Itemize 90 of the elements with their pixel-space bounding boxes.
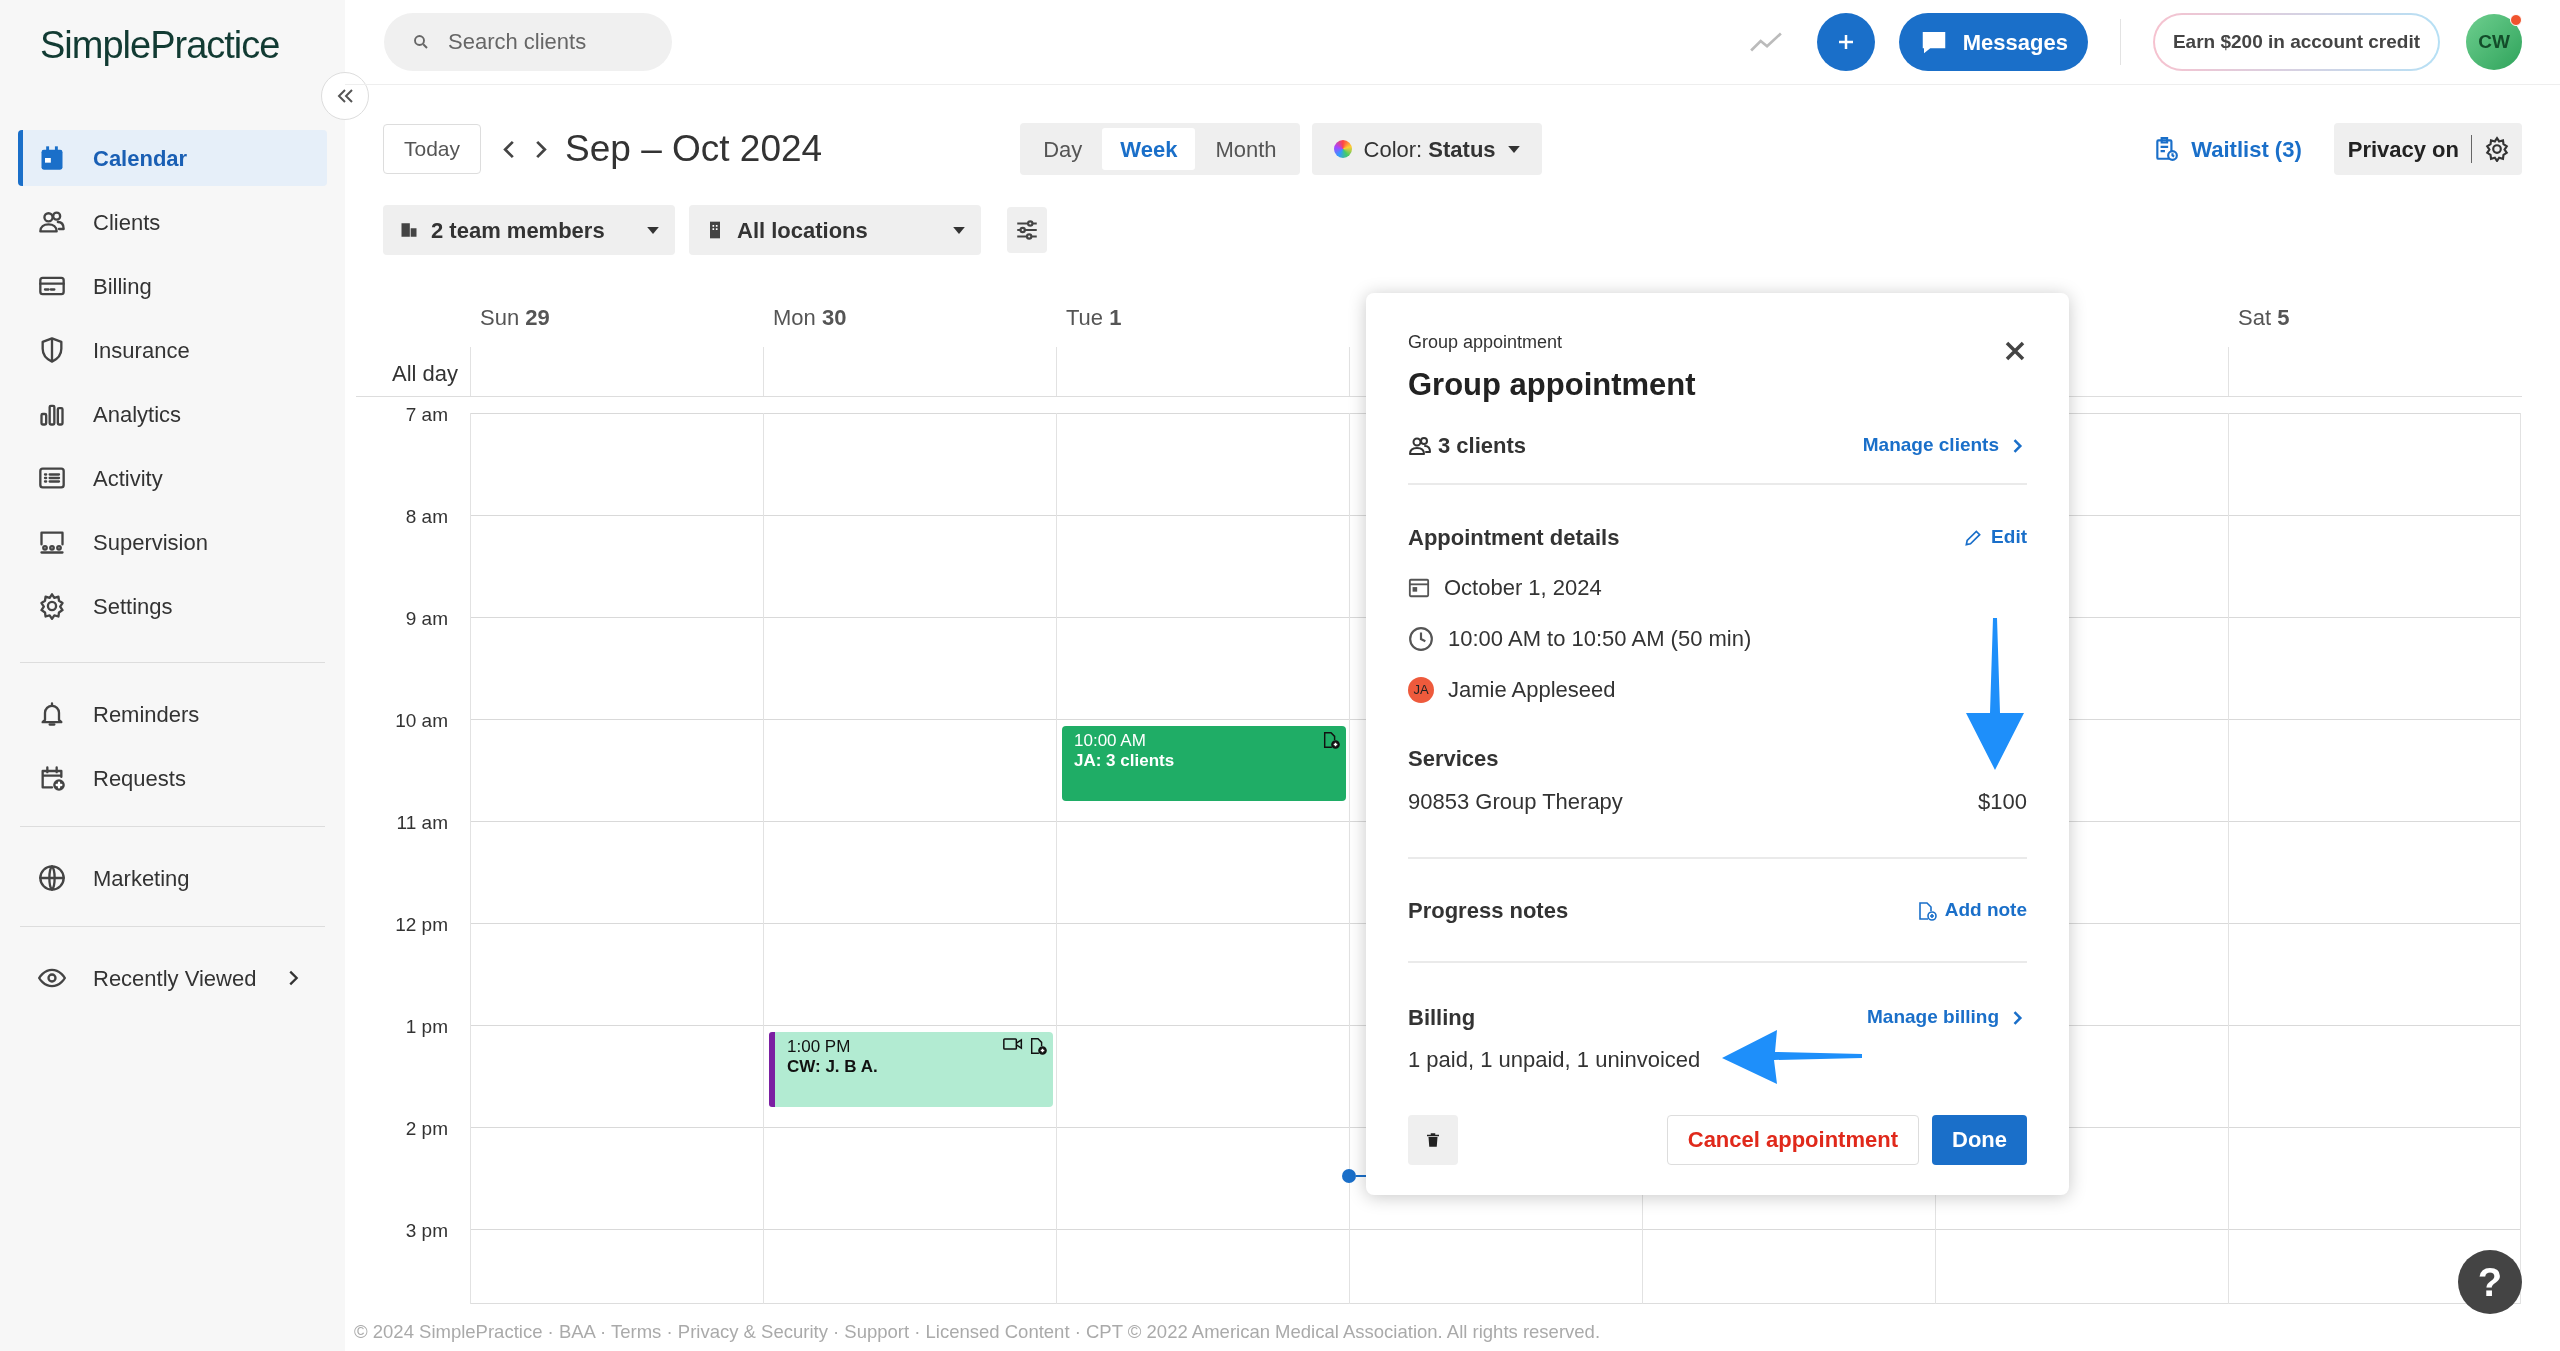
sidebar-item[interactable]: Clients <box>18 194 327 250</box>
note-icon <box>1322 731 1340 749</box>
hour-label: 7 am <box>405 404 448 426</box>
caret-down-icon <box>647 226 659 234</box>
section-heading: Services <box>1408 745 1499 773</box>
privacy-toggle[interactable]: Privacy on <box>2333 123 2522 175</box>
sidebar-item[interactable]: Analytics <box>18 386 327 442</box>
day-header[interactable]: Mon 30 <box>773 305 847 330</box>
sidebar-item[interactable]: Supervision <box>18 514 327 570</box>
credit-button[interactable]: Earn $200 in account credit <box>2152 13 2440 71</box>
settings-icon <box>38 592 66 620</box>
close-icon <box>2003 339 2027 363</box>
appointment-event[interactable]: 1:00 PM CW: J. B A. <box>769 1032 1053 1107</box>
view-tab[interactable]: Week <box>1102 128 1196 170</box>
waitlist-button[interactable]: Waitlist (3) <box>2153 132 2302 166</box>
help-button[interactable]: ? <box>2458 1250 2522 1314</box>
view-tab[interactable]: Month <box>1197 128 1295 170</box>
hour-label: 12 pm <box>395 914 448 936</box>
add-note-link[interactable]: Add note <box>1916 896 2027 925</box>
done-button[interactable]: Done <box>1932 1114 2027 1165</box>
delete-button[interactable] <box>1408 1114 1458 1165</box>
service-fee: $100 <box>1978 788 2027 816</box>
hour-label: 1 pm <box>405 1016 448 1038</box>
search-field[interactable]: Search clients <box>384 13 672 71</box>
calendar-icon <box>1408 576 1430 599</box>
color-wheel-icon <box>1333 140 1352 158</box>
client-avatar: JA <box>1408 676 1434 703</box>
clock-icon <box>1408 625 1434 652</box>
section-heading: Billing <box>1408 1004 1477 1032</box>
sliders-icon <box>1014 217 1040 243</box>
sidebar-item[interactable]: Requests <box>18 750 327 806</box>
note-icon <box>1029 1037 1047 1055</box>
sidebar-item[interactable]: Billing <box>18 258 327 314</box>
service-name: 90853 Group Therapy <box>1408 788 1623 816</box>
day-header[interactable]: Sat 5 <box>2238 305 2290 330</box>
all-day-label: All day <box>392 361 459 386</box>
sidebar-item[interactable]: Recently Viewed <box>18 950 327 1006</box>
hour-label: 11 am <box>396 812 448 834</box>
sidebar-item[interactable]: Marketing <box>18 850 327 906</box>
filter-dropdown[interactable]: All locations <box>689 205 981 255</box>
day-header[interactable]: Tue 1 <box>1066 305 1122 330</box>
appointment-date: October 1, 2024 <box>1444 574 1602 602</box>
messages-button[interactable]: Messages <box>1898 13 2088 71</box>
hour-label: 10 am <box>395 710 448 732</box>
building-icon <box>399 220 419 240</box>
sidebar-item[interactable]: Calendar <box>18 130 327 186</box>
add-button[interactable] <box>1816 13 1875 71</box>
globe-icon <box>38 864 66 892</box>
search-icon <box>412 33 430 51</box>
color-filter-dropdown[interactable]: Color: Status <box>1311 123 1542 175</box>
today-button[interactable]: Today <box>383 124 482 174</box>
sidebar-item[interactable]: Insurance <box>18 322 327 378</box>
hour-label: 8 am <box>405 506 448 528</box>
view-tab[interactable]: Day <box>1025 128 1101 170</box>
chevron-left-icon <box>503 139 516 159</box>
close-button[interactable] <box>2003 339 2027 363</box>
previous-button[interactable] <box>503 139 516 159</box>
note-icon <box>1916 900 1937 921</box>
filter-dropdown[interactable]: 2 team members <box>383 205 675 255</box>
edit-link[interactable]: Edit <box>1963 523 2027 552</box>
popover-title: Group appointment <box>1408 366 1696 404</box>
section-heading: Progress notes <box>1408 897 1570 925</box>
cancel-appointment-button[interactable]: Cancel appointment <box>1666 1114 1919 1165</box>
day-header[interactable]: Sun 29 <box>480 305 550 330</box>
logo[interactable]: SimplePractice <box>40 20 280 70</box>
manage-billing-link[interactable]: Manage billing <box>1867 1003 2027 1032</box>
date-range-title: Sep – Oct 2024 <box>565 127 823 172</box>
sidebar-item[interactable]: Reminders <box>18 686 327 742</box>
clients-count: 3 clients <box>1438 432 1527 460</box>
section-heading: Appointment details <box>1408 524 1621 552</box>
settings-sliders-button[interactable] <box>1007 207 1047 253</box>
hour-label: 3 pm <box>405 1220 448 1242</box>
caret-down-icon <box>1507 145 1520 153</box>
footer-text: © 2024 SimplePractice · BAA · Terms · Privacy & Security · Support · Licensed Content · CPT © 2022 American Medical Association. All rights reserved. <box>354 1320 1601 1344</box>
user-avatar[interactable]: CW <box>2466 14 2522 70</box>
chevron-right-icon <box>535 139 548 159</box>
hour-label: 2 pm <box>405 1118 448 1140</box>
clipboard-clock-icon <box>2153 136 2180 162</box>
next-button[interactable] <box>535 139 548 159</box>
sidebar-item[interactable]: Activity <box>18 450 327 506</box>
pencil-icon <box>1963 527 1984 548</box>
caret-down-icon <box>953 226 965 234</box>
settings-icon <box>2484 136 2510 162</box>
appointment-time: 10:00 AM to 10:50 AM (50 min) <box>1448 625 1752 653</box>
hour-label: 9 am <box>405 608 448 630</box>
client-name: Jamie Appleseed <box>1448 676 1616 704</box>
popover-eyebrow: Group appointment <box>1408 331 1563 354</box>
sidebar-item[interactable]: Settings <box>18 578 327 634</box>
manage-clients-link[interactable]: Manage clients <box>1862 431 2027 460</box>
billing-summary: 1 paid, 1 unpaid, 1 uninvoiced <box>1408 1046 1701 1074</box>
